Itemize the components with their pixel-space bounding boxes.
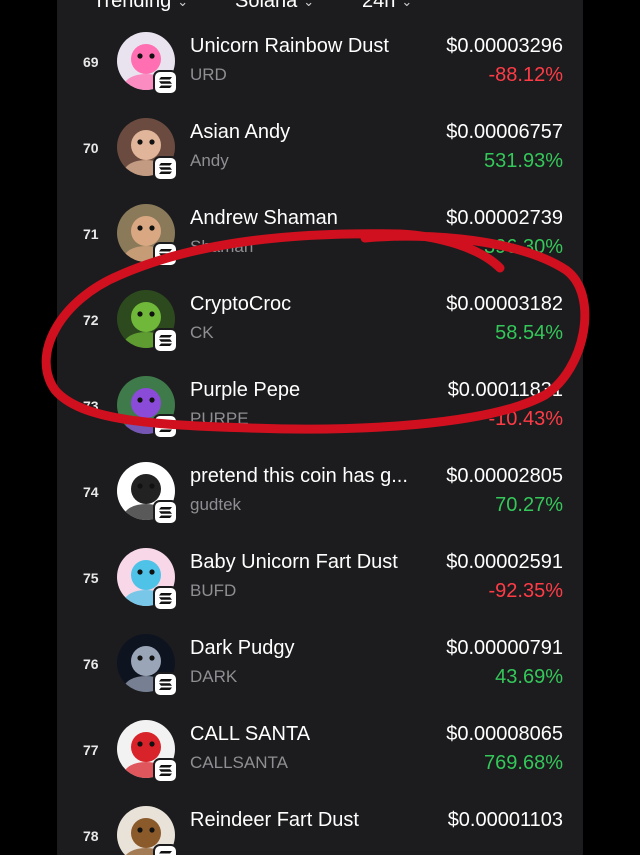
chevron-down-icon: ⌄ (401, 0, 413, 9)
token-price: $0.00006757 (446, 121, 563, 143)
token-name: CALL SANTA (190, 723, 311, 745)
solana-chain-icon (153, 70, 178, 95)
token-name: Andrew Shaman (190, 207, 338, 229)
price-change: -10.43% (488, 408, 564, 430)
rank-number: 69 (83, 54, 99, 70)
token-price: $0.00001103 (447, 809, 563, 831)
token-symbol: URD (190, 65, 227, 84)
rank-number: 72 (83, 312, 99, 328)
price-change: 58.54% (495, 322, 563, 344)
filter-timeframe[interactable]: 24h ⌄ (362, 0, 412, 13)
token-price: $0.00002805 (446, 465, 563, 487)
token-name: CryptoCroc (190, 293, 292, 315)
token-price: $0.00002591 (446, 551, 563, 573)
token-row[interactable]: 72 CryptoCroc CK $0.00003182 58.54% (57, 276, 583, 362)
token-symbol: Andy (190, 151, 229, 170)
chevron-down-icon: ⌄ (303, 0, 315, 9)
token-row[interactable]: 70 Asian Andy Andy $0.00006757 531.93% (57, 104, 583, 190)
rank-number: 78 (83, 828, 99, 844)
price-change: 769.68% (484, 752, 563, 774)
price-change: 70.27% (495, 494, 563, 516)
price-change: 396.30% (484, 236, 563, 258)
solana-chain-icon (153, 844, 178, 855)
token-row[interactable]: 77 CALL SANTA CALLSANTA $0.00008065 769.68% (57, 706, 583, 792)
token-row[interactable]: 74 pretend this coin has g... gudtek $0.000… (57, 448, 583, 534)
solana-chain-icon (153, 414, 178, 439)
token-price: $0.00000791 (446, 637, 563, 659)
token-name: Unicorn Rainbow Dust (190, 35, 389, 57)
price-change: 531.93% (484, 150, 563, 172)
token-symbol: CK (190, 323, 214, 342)
token-row[interactable]: 69 Unicorn Rainbow Dust URD $0.00003296 -88.… (57, 18, 583, 104)
price-change: 43.69% (495, 666, 563, 688)
token-list-panel: Trending ⌄ Solana ⌄ 24h ⌄ 69 Unicorn Rainbow… (57, 0, 583, 855)
rank-number: 70 (83, 140, 99, 156)
token-row[interactable]: 71 Andrew Shaman Shaman $0.00002739 396.30% (57, 190, 583, 276)
token-name: Reindeer Fart Dust (190, 809, 359, 831)
token-price: $0.00003296 (446, 35, 563, 57)
solana-chain-icon (153, 156, 178, 181)
token-price: $0.00008065 (446, 723, 563, 745)
token-symbol: DARK (190, 667, 238, 686)
filter-trending[interactable]: Trending ⌄ (93, 0, 188, 13)
solana-chain-icon (153, 758, 178, 783)
solana-chain-icon (153, 586, 178, 611)
chevron-down-icon: ⌄ (177, 0, 189, 9)
token-symbol: PURPE (190, 409, 249, 428)
token-price: $0.00003182 (446, 293, 563, 315)
token-name: pretend this coin has g... (190, 465, 408, 487)
token-symbol: BUFD (190, 581, 237, 600)
token-symbol: CALLSANTA (190, 753, 288, 772)
solana-chain-icon (153, 242, 178, 267)
token-row[interactable]: 75 Baby Unicorn Fart Dust BUFD $0.00002591 -… (57, 534, 583, 620)
solana-chain-icon (153, 500, 178, 525)
token-name: Dark Pudgy (190, 637, 295, 659)
solana-chain-icon (153, 328, 178, 353)
filter-chain[interactable]: Solana ⌄ (235, 0, 314, 13)
token-symbol: gudtek (190, 495, 242, 514)
token-price: $0.00011831 (447, 379, 563, 401)
token-row[interactable]: 78 Reindeer Fart Dust $0.00001103 (57, 792, 583, 855)
token-symbol: Shaman (190, 237, 254, 256)
price-change: -92.35% (488, 580, 564, 602)
rank-number: 77 (83, 742, 99, 758)
token-price: $0.00002739 (446, 207, 563, 229)
token-name: Purple Pepe (190, 379, 301, 401)
token-row[interactable]: 76 Dark Pudgy DARK $0.00000791 43.69% (57, 620, 583, 706)
token-name: Baby Unicorn Fart Dust (190, 551, 398, 573)
token-name: Asian Andy (190, 121, 291, 143)
price-change: -88.12% (488, 64, 564, 86)
rank-number: 71 (83, 226, 99, 242)
rank-number: 74 (83, 484, 99, 500)
rank-number: 76 (83, 656, 99, 672)
token-row[interactable]: 73 Purple Pepe PURPE $0.00011831 -10.43% (57, 362, 583, 448)
rank-number: 75 (83, 570, 99, 586)
solana-chain-icon (153, 672, 178, 697)
rank-number: 73 (83, 398, 99, 414)
